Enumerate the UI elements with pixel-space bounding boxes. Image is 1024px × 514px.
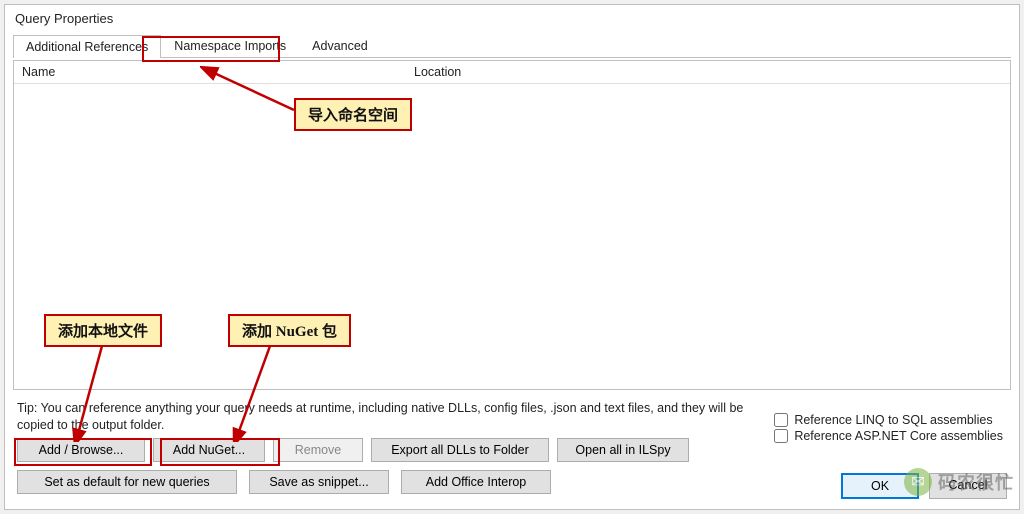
annotation-namespace: 导入命名空间: [294, 98, 412, 131]
tab-additional-references[interactable]: Additional References: [13, 35, 161, 58]
remove-button: Remove: [273, 438, 363, 462]
checkbox-linq-sql[interactable]: [774, 413, 788, 427]
add-browse-button[interactable]: Add / Browse...: [17, 438, 145, 462]
add-office-interop-button[interactable]: Add Office Interop: [401, 470, 551, 494]
references-list[interactable]: Name Location: [13, 60, 1011, 390]
tab-strip: Additional References Namespace Imports …: [13, 34, 1011, 58]
check-aspnet-core-label: Reference ASP.NET Core assemblies: [794, 429, 1003, 443]
tab-advanced[interactable]: Advanced: [299, 34, 381, 57]
watermark-text: 码农很忙: [938, 469, 1014, 495]
add-nuget-button[interactable]: Add NuGet...: [153, 438, 265, 462]
query-properties-dialog: Query Properties Additional References N…: [4, 4, 1020, 510]
tab-namespace-imports[interactable]: Namespace Imports: [161, 34, 299, 57]
column-headers: Name Location: [14, 61, 1010, 84]
check-linq-sql-label: Reference LINQ to SQL assemblies: [794, 413, 992, 427]
column-location[interactable]: Location: [406, 61, 469, 83]
open-ilspy-button[interactable]: Open all in ILSpy: [557, 438, 689, 462]
check-aspnet-core[interactable]: Reference ASP.NET Core assemblies: [774, 429, 1003, 443]
wechat-icon: ✉: [904, 468, 932, 496]
checkbox-aspnet-core[interactable]: [774, 429, 788, 443]
annotation-local-file: 添加本地文件: [44, 314, 162, 347]
dialog-title: Query Properties: [5, 5, 1019, 34]
tip-text: Tip: You can reference anything your que…: [17, 400, 757, 434]
save-snippet-button[interactable]: Save as snippet...: [249, 470, 389, 494]
check-linq-sql[interactable]: Reference LINQ to SQL assemblies: [774, 413, 1003, 427]
set-default-button[interactable]: Set as default for new queries: [17, 470, 237, 494]
reference-options: Reference LINQ to SQL assemblies Referen…: [774, 413, 1003, 443]
export-dlls-button[interactable]: Export all DLLs to Folder: [371, 438, 549, 462]
column-name[interactable]: Name: [14, 61, 406, 83]
annotation-nuget: 添加 NuGet 包: [228, 314, 351, 347]
watermark: ✉ 码农很忙: [904, 468, 1014, 496]
